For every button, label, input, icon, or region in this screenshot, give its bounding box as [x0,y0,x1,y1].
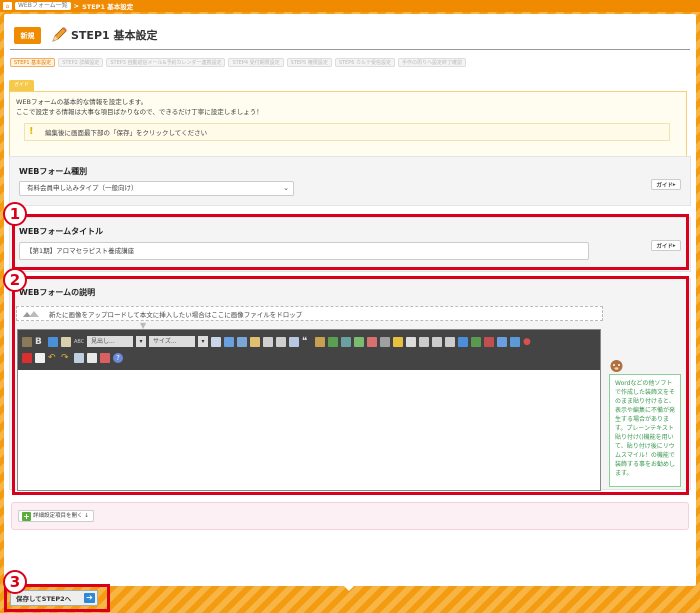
annotation-marker-3: 3 [3,570,27,594]
step-tab-4[interactable]: STEP4 受付期限設定 [228,58,284,67]
panel-notch [344,586,354,591]
lightbulb-icon: ! [29,126,34,137]
form-type-section: WEBフォーム種別 有料会員申し込みタイプ（一般向け） ⌄ ガイド ▸ [9,156,691,206]
title-divider [10,49,690,50]
form-type-label: WEBフォーム種別 [19,167,88,176]
breadcrumb-separator: > [73,2,80,10]
form-type-select[interactable]: 有料会員申し込みタイプ（一般向け） ⌄ [19,181,294,196]
breadcrumb-link-form-list[interactable]: WEBフォーム一覧 [15,2,71,10]
breadcrumb: ⌂ WEBフォーム一覧 > STEP1 基本設定 [0,0,700,12]
step-tab-1[interactable]: STEP1 基本設定 [10,58,56,67]
pencil-icon [52,27,67,42]
open-detail-settings-button[interactable]: + 詳細設定項目を開く ↓ [18,510,94,522]
plus-icon: + [22,512,31,521]
annotation-marker-1: 1 [3,202,27,226]
form-type-guide-button[interactable]: ガイド ▸ [651,179,681,190]
step-tab-5[interactable]: STEP5 権限設定 [286,58,332,67]
guide-text: WEBフォームの基本的な情報を設定します。 ここで設定する情報は大事な項目ばかり… [16,98,263,116]
annotation-marker-2: 2 [3,268,27,292]
annotation-box-1 [12,214,689,270]
detail-settings-bar: + 詳細設定項目を開く ↓ [11,502,689,530]
home-icon[interactable]: ⌂ [3,2,12,10]
step-tab-2[interactable]: STEP2 詳細設定 [58,58,104,67]
guide-box: ガイド WEBフォームの基本的な情報を設定します。 ここで設定する情報は大事な項… [9,80,687,157]
step-tab-6[interactable]: STEP6 カルテ受信設定 [334,58,396,67]
page-title: STEP1 基本設定 [71,29,158,42]
annotation-box-2 [12,276,689,495]
guide-note: ! 編集後に画面最下部の「保存」をクリックしてください [24,123,670,141]
step-tab-3[interactable]: STEP3 自動返信メール&予約カレンダー連携設定 [106,58,226,67]
arrow-down-icon: ↓ [84,513,89,519]
new-badge: 新規 [14,27,41,44]
breadcrumb-current: STEP1 基本設定 [82,3,134,11]
arrow-icon: ▸ [672,181,676,188]
chevron-down-icon: ⌄ [283,184,289,192]
step-tab-7[interactable]: 手作の周りへ設定終了確認 [398,58,467,67]
guide-tab: ガイド [9,80,35,91]
step-tabs: STEP1 基本設定 STEP2 詳細設定 STEP3 自動返信メール&予約カレ… [10,58,469,68]
